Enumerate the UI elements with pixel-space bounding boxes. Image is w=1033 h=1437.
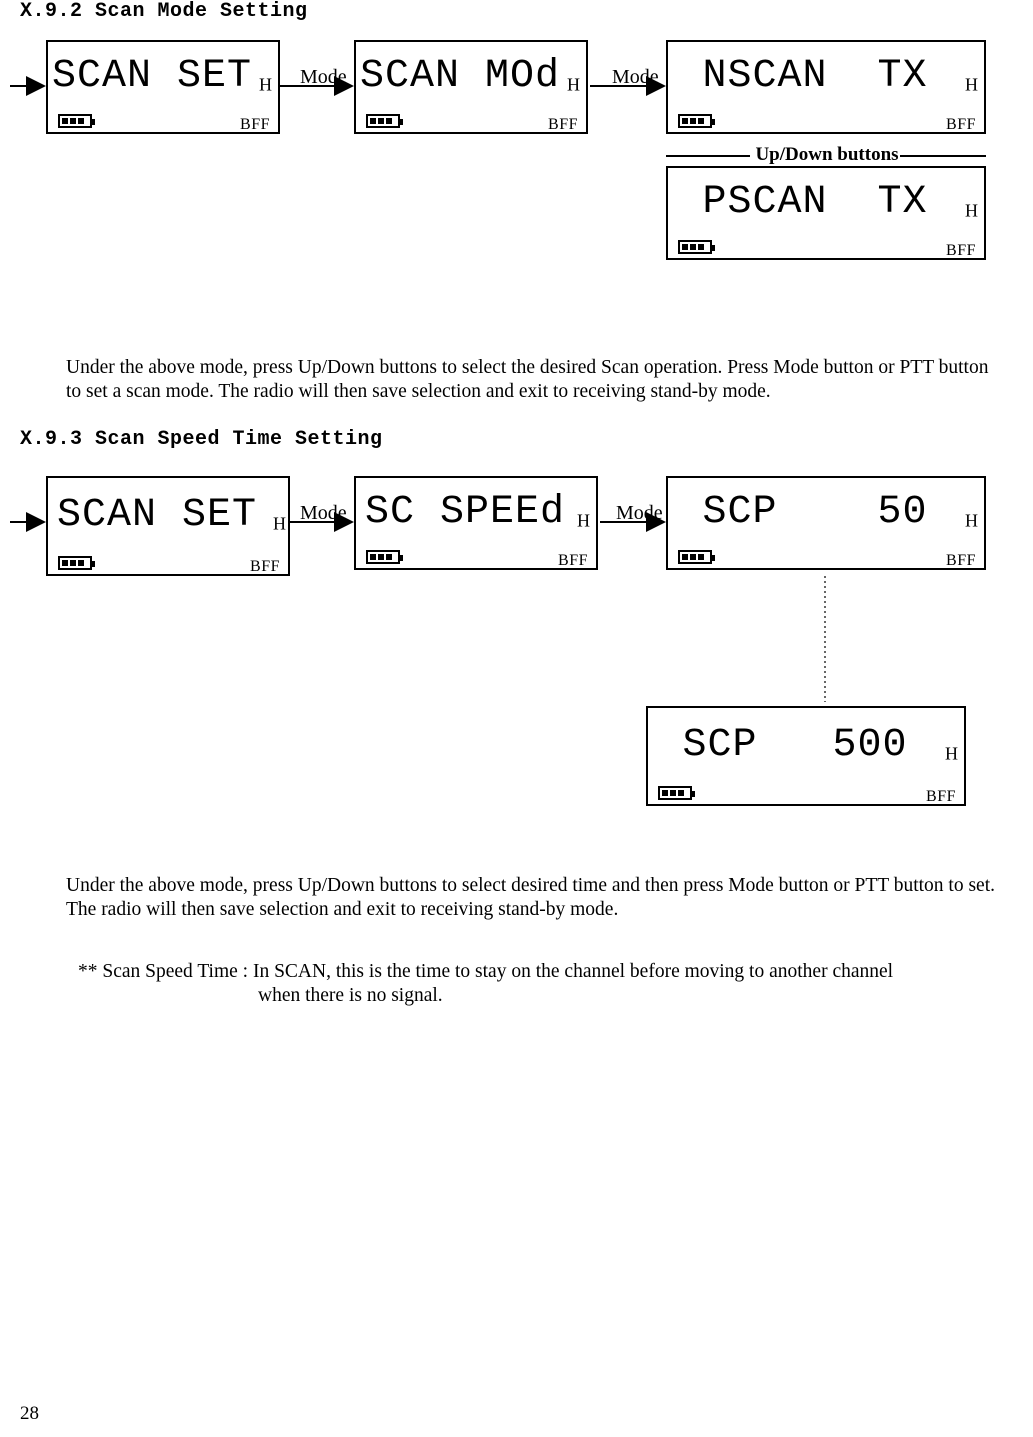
lcd-text: SCAN SET — [52, 54, 252, 99]
bff-indicator: BFF — [946, 242, 976, 260]
note-line2: when there is no signal. — [78, 984, 996, 1009]
lcd-text: SC SPEEd — [365, 490, 565, 535]
battery-icon — [658, 786, 692, 800]
paragraph-scan-speed: Under the above mode, press Up/Down butt… — [66, 874, 996, 924]
lcd-scan-set-1: SCAN SET H BFF — [46, 40, 280, 134]
paragraph-scan-speed-note: ** Scan Speed Time : In SCAN, this is th… — [78, 960, 996, 1010]
lcd-text: PSCAN TX — [702, 180, 927, 225]
h-indicator: H — [965, 74, 978, 95]
h-indicator: H — [945, 743, 958, 764]
section-title-scan-speed: X.9.3 Scan Speed Time Setting — [20, 428, 383, 451]
flow-diagram-scan-speed: Mode Mode SCAN SET H BFF SC SPEEd H BFF … — [20, 466, 1010, 826]
battery-icon — [678, 550, 712, 564]
battery-icon — [58, 114, 92, 128]
lcd-sc-speed: SC SPEEd H BFF — [354, 476, 598, 570]
note-line1: ** Scan Speed Time : In SCAN, this is th… — [78, 961, 893, 982]
lcd-nscan-tx: NSCAN TX H BFF — [666, 40, 986, 134]
mode-label-4: Mode — [616, 502, 663, 525]
lcd-text: NSCAN TX — [702, 54, 927, 99]
battery-icon — [58, 556, 92, 570]
section-title-scan-mode: X.9.2 Scan Mode Setting — [20, 0, 308, 23]
battery-icon — [366, 114, 400, 128]
battery-icon — [366, 550, 400, 564]
h-indicator: H — [273, 513, 286, 534]
bff-indicator: BFF — [548, 116, 578, 134]
h-indicator: H — [567, 74, 580, 95]
h-indicator: H — [965, 200, 978, 221]
lcd-text: SCP 50 — [702, 490, 927, 535]
lcd-text: SCAN SET — [57, 493, 257, 538]
lcd-text: SCAN MOd — [360, 54, 560, 99]
page: X.9.2 Scan Mode Setting Mode Mode Up/Dow… — [0, 0, 1033, 1437]
bff-indicator: BFF — [558, 552, 588, 570]
bff-indicator: BFF — [250, 558, 280, 576]
h-indicator: H — [965, 510, 978, 531]
updown-label: Up/Down buttons — [752, 144, 902, 166]
lcd-scan-mod: SCAN MOd H BFF — [354, 40, 588, 134]
lcd-scp-500: SCP 500 H BFF — [646, 706, 966, 806]
mode-label-3: Mode — [300, 502, 347, 525]
bff-indicator: BFF — [946, 552, 976, 570]
mode-label-1: Mode — [300, 66, 347, 89]
h-indicator: H — [577, 510, 590, 531]
mode-label-2: Mode — [612, 66, 659, 89]
bff-indicator: BFF — [926, 788, 956, 806]
paragraph-scan-mode: Under the above mode, press Up/Down butt… — [66, 356, 996, 406]
h-indicator: H — [259, 74, 272, 95]
lcd-pscan-tx: PSCAN TX H BFF — [666, 166, 986, 260]
battery-icon — [678, 114, 712, 128]
battery-icon — [678, 240, 712, 254]
lcd-scp-50: SCP 50 H BFF — [666, 476, 986, 570]
bff-indicator: BFF — [946, 116, 976, 134]
lcd-scan-set-2: SCAN SET H BFF — [46, 476, 290, 576]
lcd-text: SCP 500 — [682, 723, 907, 768]
page-number: 28 — [20, 1403, 39, 1425]
bff-indicator: BFF — [240, 116, 270, 134]
flow-diagram-scan-mode: Mode Mode Up/Down buttons SCAN SET H BFF… — [20, 36, 1010, 256]
